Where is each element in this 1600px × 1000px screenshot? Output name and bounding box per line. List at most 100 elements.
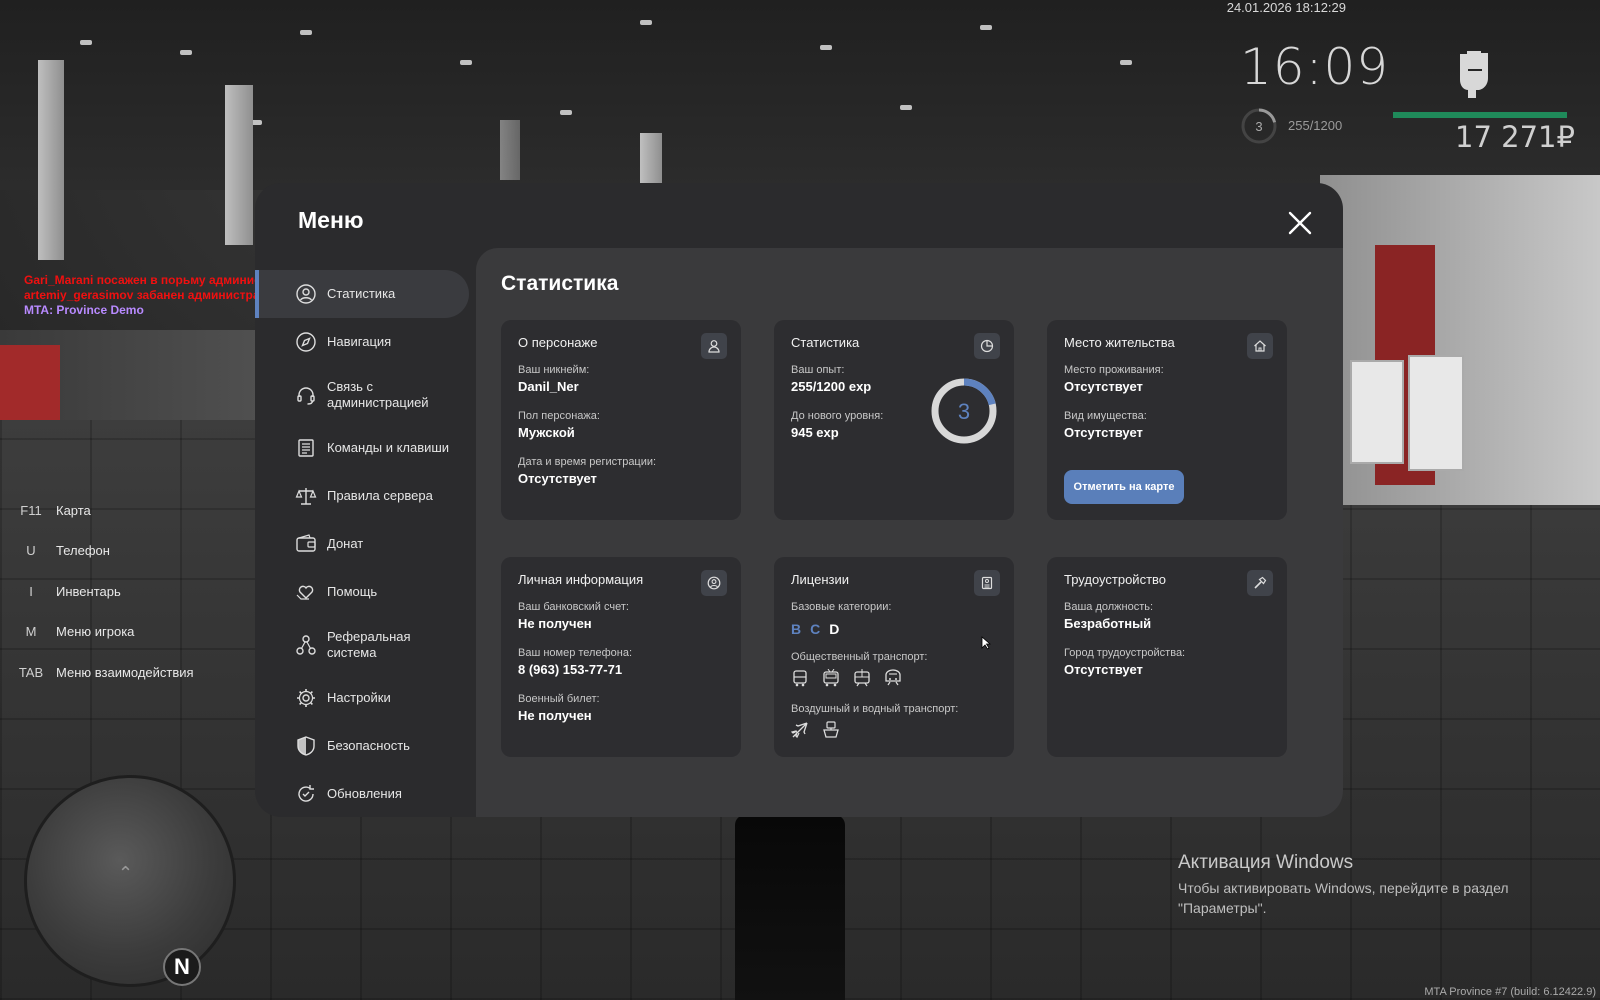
- key-label: Меню взаимодействия: [56, 664, 194, 680]
- user-circle-icon: [296, 284, 316, 304]
- nav-label: Обновления: [327, 786, 402, 801]
- hammer-icon: [1247, 570, 1273, 596]
- nav-item-server-rules[interactable]: Правила сервера: [255, 472, 477, 520]
- keybind-map: F11 Карта: [16, 490, 194, 531]
- keybind-hints: F11 Карта U Телефон I Инвентарь M Меню игрок…: [16, 490, 194, 693]
- key-label: Инвентарь: [56, 583, 121, 599]
- nav-item-contact-admin[interactable]: Связь с администрацией: [255, 366, 477, 424]
- residence-value: Отсутствует: [1064, 379, 1143, 394]
- nav-item-referral[interactable]: Реферальная система: [255, 616, 477, 674]
- next-level-value: 945 exp: [791, 425, 839, 440]
- field-label: До нового уровня:: [791, 410, 884, 422]
- nav-item-commands[interactable]: Команды и клавиши: [255, 424, 477, 472]
- close-icon[interactable]: [1287, 210, 1313, 236]
- player-character: [735, 815, 845, 1000]
- mark-on-map-button[interactable]: Отметить на карте: [1064, 470, 1184, 504]
- refresh-icon: [298, 785, 314, 802]
- minimap-north: N: [163, 948, 201, 986]
- content-panel: Статистика О персонаже Ваш никнейм: Danil…: [476, 248, 1343, 817]
- level-value: 3: [958, 399, 970, 424]
- keybind-inventory: I Инвентарь: [16, 571, 194, 612]
- nav-label: Реферальная система: [327, 629, 411, 660]
- nav-item-navigation[interactable]: Навигация: [255, 318, 477, 366]
- field-label: Ваш номер телефона:: [518, 647, 633, 659]
- wallet-icon: [296, 534, 316, 552]
- nav-label: Настройки: [327, 690, 391, 705]
- card-statistics: Статистика Ваш опыт: 255/1200 exp До ново…: [774, 320, 1014, 520]
- field-label: Вид имущества:: [1064, 410, 1147, 422]
- nav-label: Навигация: [327, 334, 392, 349]
- person-icon: [701, 333, 727, 359]
- bank-value: Не получен: [518, 616, 592, 631]
- nav-item-security[interactable]: Безопасность: [255, 722, 477, 770]
- nav-item-updates[interactable]: Обновления: [255, 770, 477, 817]
- level-number: 3: [1255, 119, 1262, 134]
- build-info: MTA Province #7 (build: 6.12422.9): [1424, 986, 1596, 998]
- key-cap: TAB: [18, 664, 44, 680]
- tram-icon: [854, 669, 870, 687]
- watermark-title: Активация Windows: [1178, 852, 1354, 873]
- trolleybus-icon: [823, 669, 839, 687]
- nav-label: Связь с администрацией: [327, 379, 429, 410]
- key-cap: U: [26, 543, 36, 559]
- pillar: [500, 120, 520, 180]
- menu-modal: Меню Статистика Навигация Связь с админи…: [255, 183, 1343, 817]
- nav-item-settings[interactable]: Настройки: [255, 674, 477, 722]
- player-arrow-icon: ⌃: [118, 863, 134, 883]
- card-title: Лицензии: [791, 572, 849, 587]
- key-cap: M: [25, 624, 37, 640]
- ceiling-light: [460, 60, 472, 65]
- level-ring: 3: [1241, 108, 1277, 144]
- scales-icon: [295, 488, 317, 505]
- license-categories: BCD: [791, 621, 848, 637]
- poster: [1408, 355, 1464, 471]
- ceiling-light: [820, 45, 832, 50]
- ceiling-light: [80, 40, 92, 45]
- money-bar: [1393, 112, 1567, 118]
- server-datetime: 24.01.2026 18:12:29: [1226, 0, 1346, 15]
- phone-value: 8 (963) 153-77-71: [518, 662, 623, 677]
- nav-label: Помощь: [327, 584, 378, 599]
- metro-icon: [885, 669, 901, 686]
- pillar: [225, 85, 253, 245]
- network-icon: [296, 635, 316, 655]
- watermark-line: Чтобы активировать Windows, перейдите в …: [1178, 880, 1509, 896]
- military-value: Не получен: [518, 708, 592, 723]
- plane-icon: [791, 722, 808, 739]
- keybind-phone: U Телефон: [16, 531, 194, 572]
- card-licenses: Лицензии Базовые категории: BCD Обществе…: [774, 557, 1014, 757]
- field-label: Общественный транспорт:: [791, 651, 928, 663]
- position-value: Безработный: [1064, 616, 1152, 631]
- ceiling-light: [1120, 60, 1132, 65]
- nav-label: Команды и клавиши: [327, 440, 450, 455]
- ceiling-light: [300, 30, 312, 35]
- headset-icon: [297, 387, 315, 405]
- registration-value: Отсутствует: [518, 471, 597, 486]
- job-city-value: Отсутствует: [1064, 662, 1143, 677]
- key-cap: I: [29, 583, 33, 599]
- public-transport-icons: [791, 669, 902, 687]
- property-value: Отсутствует: [1064, 425, 1143, 440]
- nav-item-help[interactable]: Помощь: [255, 568, 477, 616]
- card-title: Трудоустройство: [1064, 572, 1167, 587]
- nav-item-donate[interactable]: Донат: [255, 520, 477, 568]
- card-character: О персонаже Ваш никнейм: Danil_Ner Пол пе…: [501, 320, 741, 520]
- key-cap: F11: [20, 502, 42, 518]
- ceiling-light: [980, 25, 992, 30]
- ceiling-light: [640, 20, 652, 25]
- field-label: Базовые категории:: [791, 601, 892, 613]
- mouse-cursor-icon: [981, 636, 991, 650]
- document-icon: [298, 439, 314, 457]
- field-label: Военный билет:: [518, 693, 600, 705]
- watermark-line: "Параметры".: [1178, 900, 1267, 916]
- compass-icon: [296, 332, 316, 352]
- field-label: Ваш никнейм:: [518, 364, 590, 376]
- content-title: Статистика: [501, 272, 619, 295]
- gear-icon: [297, 689, 315, 707]
- card-title: Статистика: [791, 335, 860, 350]
- field-label: Дата и время регистрации:: [518, 456, 657, 468]
- nav-item-statistics[interactable]: Статистика: [255, 270, 469, 318]
- pillar: [640, 133, 662, 183]
- gender-value: Мужской: [518, 425, 575, 440]
- field-label: Ваш опыт:: [791, 364, 845, 376]
